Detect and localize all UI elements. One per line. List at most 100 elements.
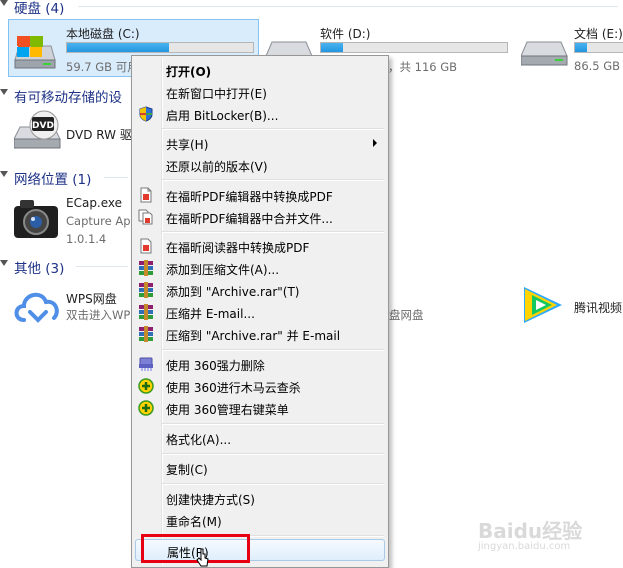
tencent-video-icon bbox=[524, 287, 562, 323]
menu-item-foxit-reader-convert[interactable]: 在福昕阅读器中转换成PDF bbox=[135, 235, 385, 257]
menu-item-360-manage[interactable]: 使用 360管理右键菜单 bbox=[135, 397, 385, 419]
menu-item-open[interactable]: 打开(O) bbox=[135, 59, 385, 81]
section-title: 网络位置 (1) bbox=[14, 172, 92, 188]
drive-free-space: 59.7 GB 可用 bbox=[66, 60, 139, 74]
menu-item-360-scan[interactable]: 使用 360进行木马云查杀 bbox=[135, 375, 385, 397]
submenu-arrow-icon bbox=[373, 139, 377, 147]
dvd-drive-name: DVD RW 驱 bbox=[66, 128, 132, 142]
menu-item-rename[interactable]: 重命名(M) bbox=[135, 509, 385, 531]
section-divider bbox=[76, 266, 128, 267]
ecap-version: 1.0.1.4 bbox=[66, 232, 107, 246]
menu-item-add-to-archive[interactable]: 添加到压缩文件(A)... bbox=[135, 257, 385, 279]
menu-item-compress-archive-email[interactable]: 压缩到 "Archive.rar" 并 E-mail bbox=[135, 323, 385, 345]
menu-item-360-shred[interactable]: 使用 360强力删除 bbox=[135, 353, 385, 375]
menu-separator bbox=[162, 349, 384, 351]
mouse-cursor-icon bbox=[196, 548, 209, 567]
360-icon bbox=[138, 378, 154, 394]
drive-free-space: 86.5 GB bbox=[574, 59, 621, 73]
menu-item-label: 使用 360强力删除 bbox=[166, 359, 265, 373]
menu-item-open-new-window[interactable]: 在新窗口中打开(E) bbox=[135, 81, 385, 103]
menu-item-create-shortcut[interactable]: 创建快捷方式(S) bbox=[135, 487, 385, 509]
chevron-down-icon[interactable] bbox=[0, 89, 8, 95]
menu-item-bitlocker[interactable]: 启用 BitLocker(B)... bbox=[135, 103, 385, 125]
rar-icon bbox=[139, 260, 153, 276]
drive-free-space: ，共 116 GB bbox=[388, 60, 458, 74]
pdf-icon bbox=[140, 187, 152, 203]
shredder-icon bbox=[139, 357, 153, 371]
tencent-video-name: 腾讯视频 bbox=[574, 301, 623, 315]
drive-usage-fill bbox=[575, 43, 587, 52]
menu-separator bbox=[162, 179, 384, 181]
menu-item-foxit-convert[interactable]: 在福昕PDF编辑器中转换成PDF bbox=[135, 184, 385, 206]
windows-logo-icon bbox=[17, 36, 42, 57]
wps-description: 双击进入WP bbox=[66, 308, 131, 322]
pdf-icon bbox=[140, 238, 152, 254]
drive-usage-bar bbox=[574, 42, 623, 53]
cloud-icon bbox=[14, 292, 59, 323]
menu-item-label: 使用 360管理右键菜单 bbox=[166, 403, 289, 417]
chevron-down-icon[interactable] bbox=[0, 171, 8, 177]
section-divider bbox=[78, 6, 618, 7]
menu-item-label: 在新窗口中打开(E) bbox=[166, 87, 267, 101]
rar-icon bbox=[139, 326, 153, 342]
menu-item-label: 使用 360进行木马云查杀 bbox=[166, 381, 301, 395]
section-title: 有可移动存储的设 bbox=[14, 90, 122, 106]
menu-item-label: 在福昕阅读器中转换成PDF bbox=[166, 241, 310, 255]
wps-cloud-item[interactable] bbox=[12, 286, 62, 326]
drive-usage-bar bbox=[66, 42, 254, 53]
menu-item-format[interactable]: 格式化(A)... bbox=[135, 427, 385, 449]
wps-description-tail: 盘网盘 bbox=[389, 308, 424, 322]
drive-usage-fill bbox=[321, 43, 344, 52]
section-divider bbox=[104, 177, 128, 178]
menu-item-label: 添加到压缩文件(A)... bbox=[166, 263, 280, 277]
ecap-item[interactable] bbox=[12, 196, 60, 244]
menu-item-label: 格式化(A)... bbox=[166, 433, 232, 447]
menu-item-label: 在福昕PDF编辑器中转换成PDF bbox=[166, 190, 333, 204]
dvd-drive-icon: DVD bbox=[13, 110, 61, 149]
drive-usage-bar bbox=[320, 42, 508, 53]
menu-item-label: 创建快捷方式(S) bbox=[166, 493, 255, 507]
pdf-merge-icon bbox=[138, 209, 153, 225]
watermark-logo: Baidu经验 bbox=[478, 519, 583, 543]
section-title: 其他 (3) bbox=[14, 261, 65, 277]
context-menu: 打开(O) 在新窗口中打开(E) 启用 BitLocker(B)... 共享(H… bbox=[131, 55, 389, 568]
menu-item-label: 添加到 "Archive.rar"(T) bbox=[166, 285, 300, 299]
dvd-label: DVD bbox=[32, 121, 54, 131]
rar-icon bbox=[139, 282, 153, 298]
menu-item-compress-email[interactable]: 压缩并 E-mail... bbox=[135, 301, 385, 323]
menu-item-label: 压缩到 "Archive.rar" 并 E-mail bbox=[166, 329, 341, 343]
ecap-name: ECap.exe bbox=[66, 196, 123, 210]
menu-item-copy[interactable]: 复制(C) bbox=[135, 457, 385, 479]
ecap-description: Capture Ap bbox=[66, 214, 131, 228]
menu-item-label: 重命名(M) bbox=[166, 515, 222, 529]
menu-item-label: 打开(O) bbox=[166, 65, 212, 79]
menu-item-label: 压缩并 E-mail... bbox=[166, 307, 255, 321]
watermark-url: jingyan.baidu.com bbox=[478, 541, 571, 552]
rar-icon bbox=[139, 304, 153, 320]
shield-icon bbox=[139, 106, 153, 122]
tencent-video-item[interactable] bbox=[518, 283, 568, 329]
drive-name: 软件 (D:) bbox=[320, 27, 371, 41]
drive-name: 文档 (E:) bbox=[574, 27, 623, 41]
menu-item-foxit-merge[interactable]: 在福昕PDF编辑器中合并文件... bbox=[135, 206, 385, 228]
menu-separator bbox=[162, 231, 384, 233]
wps-name: WPS网盘 bbox=[66, 292, 117, 306]
drive-usage-fill bbox=[67, 43, 170, 52]
section-title: 硬盘 (4) bbox=[14, 1, 65, 17]
menu-item-label: 还原以前的版本(V) bbox=[166, 160, 268, 174]
chevron-down-icon[interactable] bbox=[0, 260, 8, 266]
menu-item-label: 复制(C) bbox=[166, 463, 208, 477]
chevron-down-icon[interactable] bbox=[0, 0, 8, 6]
menu-separator bbox=[162, 483, 384, 485]
menu-separator bbox=[162, 128, 384, 130]
menu-separator bbox=[162, 453, 384, 455]
360-icon bbox=[138, 400, 154, 416]
menu-item-label: 启用 BitLocker(B)... bbox=[166, 109, 279, 123]
hard-drive-icon[interactable] bbox=[521, 40, 569, 68]
drive-name: 本地磁盘 (C:) bbox=[66, 27, 140, 41]
menu-item-restore-versions[interactable]: 还原以前的版本(V) bbox=[135, 154, 385, 176]
menu-item-label: 在福昕PDF编辑器中合并文件... bbox=[166, 212, 333, 226]
menu-item-share[interactable]: 共享(H) bbox=[135, 132, 385, 154]
menu-item-add-to-archive-rar[interactable]: 添加到 "Archive.rar"(T) bbox=[135, 279, 385, 301]
dvd-drive-item[interactable]: DVD bbox=[13, 107, 64, 153]
